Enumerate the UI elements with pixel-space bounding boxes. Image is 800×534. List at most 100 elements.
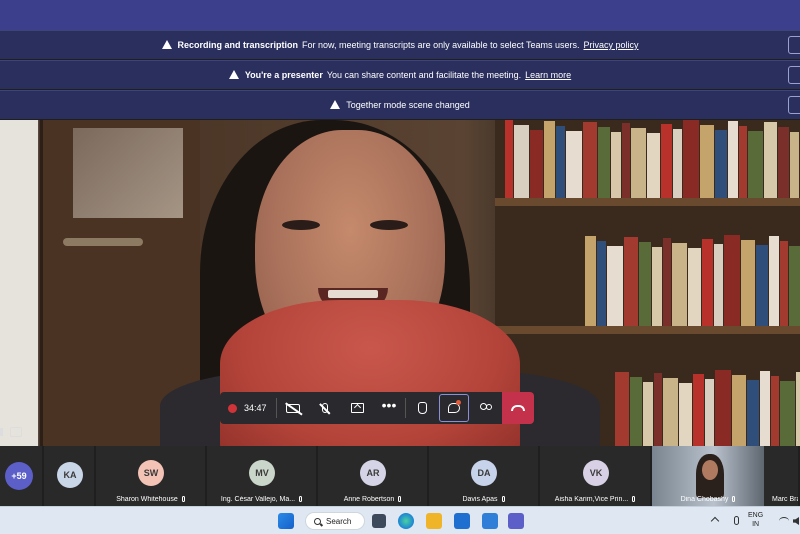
book-spine	[611, 132, 621, 198]
participant-tile[interactable]: SW Sharon Whitehouse	[96, 446, 207, 506]
mail-icon[interactable]	[454, 513, 470, 529]
book-spine	[790, 132, 799, 198]
mic-icon	[632, 496, 636, 502]
book-spine	[544, 121, 555, 198]
book-spine	[715, 130, 727, 198]
book-spine	[700, 125, 714, 198]
book-spine	[724, 235, 740, 326]
book-spine	[714, 244, 723, 326]
book-spine	[715, 370, 731, 446]
teams-icon[interactable]	[508, 513, 524, 529]
participant-tile[interactable]: AR Anne Robertson	[318, 446, 429, 506]
pin-icon[interactable]	[10, 427, 22, 437]
participant-teeth	[328, 290, 378, 298]
windows-taskbar: Search ENG IN	[0, 506, 800, 534]
search-icon	[314, 517, 321, 525]
language-indicator[interactable]: ENG IN	[748, 511, 763, 529]
book-spine	[514, 125, 529, 198]
book-spine	[796, 372, 800, 446]
edge-icon[interactable]	[398, 513, 414, 529]
file-explorer-icon[interactable]	[426, 513, 442, 529]
mic-icon	[501, 496, 505, 502]
overflow-tile[interactable]: +59	[0, 446, 44, 506]
mic-icon	[398, 496, 402, 502]
participant-gallery: +59 KA SW Sharon Whitehouse MV Ing. Césa…	[0, 446, 800, 506]
start-icon[interactable]	[278, 513, 294, 529]
microphone-tray-icon[interactable]	[734, 516, 739, 525]
book-spine	[583, 122, 597, 198]
search-label: Search	[326, 516, 352, 526]
book-spine	[624, 237, 638, 326]
chevron-up-icon[interactable]	[710, 516, 720, 526]
book-spine	[566, 131, 582, 198]
participant-name: Sharon Whitehouse	[96, 496, 205, 503]
book-spine	[663, 378, 678, 446]
book-spine	[693, 374, 704, 446]
book-spine	[652, 247, 662, 326]
learn-more-link[interactable]: Learn more	[525, 70, 571, 80]
book-spine	[789, 246, 800, 326]
volume-icon[interactable]	[793, 517, 799, 525]
shelf-board	[495, 198, 800, 206]
participant-name: Marc Bra	[772, 496, 798, 503]
dismiss-button[interactable]	[788, 36, 800, 54]
hand-icon	[417, 402, 427, 414]
raise-hand-button[interactable]	[406, 392, 438, 424]
banner-recording: Recording and transcription For now, mee…	[0, 30, 800, 59]
banner-presenter: You're a presenter You can share content…	[0, 60, 800, 89]
book-spine	[769, 236, 779, 326]
participant-tile[interactable]: DA Davis Apas	[429, 446, 540, 506]
participant-tile[interactable]: VK Aisha Karim,Vice Prin...	[540, 446, 652, 506]
share-button[interactable]	[341, 392, 373, 424]
recording-indicator[interactable]: 34:47	[220, 392, 276, 424]
meeting-controls: 34:47 •••	[220, 392, 538, 424]
avatar: SW	[138, 460, 164, 486]
book-spine	[661, 124, 672, 198]
avatar: MV	[249, 460, 275, 486]
book-spine	[679, 383, 692, 446]
book-spine	[630, 377, 642, 446]
warning-icon	[330, 99, 341, 109]
participant-eye	[370, 220, 408, 230]
book-spine	[780, 241, 788, 326]
banner-text: For now, meeting transcripts are only av…	[302, 40, 580, 50]
mic-off-icon	[322, 403, 328, 413]
participant-tile[interactable]: KA	[44, 446, 96, 506]
calendar-icon[interactable]	[482, 513, 498, 529]
banner-together-mode: Together mode scene changed	[0, 90, 800, 119]
mic-button[interactable]	[309, 392, 341, 424]
participant-name: Aisha Karim,Vice Prin...	[540, 496, 650, 503]
door-pane	[73, 128, 183, 218]
camera-button[interactable]	[277, 392, 309, 424]
book-spine	[747, 380, 759, 446]
participant-tile[interactable]: MV Ing. César Vallejo, Ma...	[207, 446, 318, 506]
book-spine	[739, 126, 747, 198]
chat-button[interactable]	[438, 392, 470, 424]
book-spine	[756, 245, 768, 326]
book-spine	[505, 120, 513, 198]
banner-title: Recording and transcription	[177, 40, 299, 50]
dismiss-button[interactable]	[788, 66, 800, 84]
dismiss-button[interactable]	[788, 96, 800, 114]
book-spine	[771, 376, 779, 446]
wifi-icon[interactable]	[779, 517, 789, 525]
banner-text: Together mode scene changed	[346, 100, 470, 110]
taskbar-search[interactable]: Search	[305, 512, 365, 530]
more-actions-button[interactable]: •••	[373, 392, 405, 424]
book-spine	[663, 238, 671, 326]
book-spine	[615, 372, 629, 446]
participants-button[interactable]	[470, 392, 502, 424]
participant-video-tile[interactable]: Dina Chobashy	[652, 446, 764, 506]
task-view-icon[interactable]	[372, 514, 386, 528]
unread-badge	[456, 400, 461, 405]
book-spine	[728, 121, 738, 198]
book-spine	[748, 131, 763, 198]
book-spine	[598, 127, 610, 198]
participant-eye	[282, 220, 320, 230]
call-timer: 34:47	[244, 403, 267, 413]
privacy-policy-link[interactable]: Privacy policy	[583, 40, 638, 50]
book-spine	[780, 381, 795, 446]
leave-call-button[interactable]	[502, 392, 534, 424]
mic-icon	[732, 496, 736, 502]
participant-tile[interactable]: Marc Bra	[764, 446, 800, 506]
